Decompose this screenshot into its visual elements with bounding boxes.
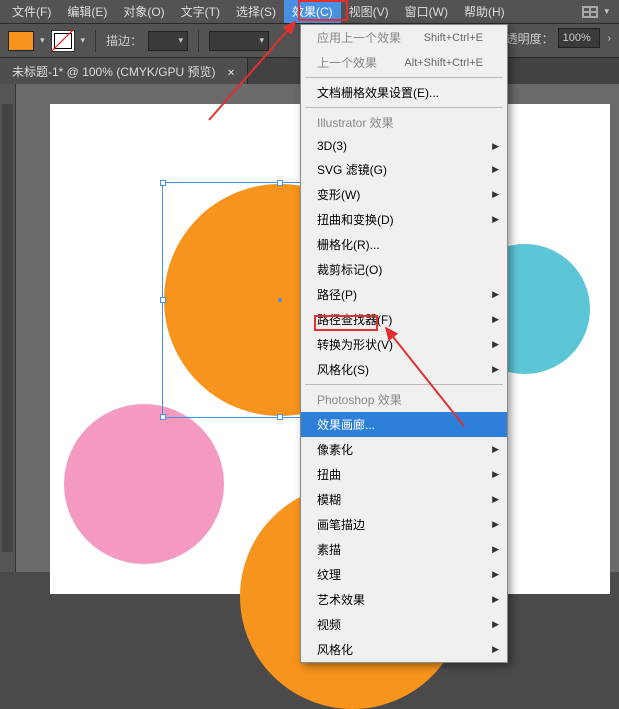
submenu-arrow-icon: ▶: [492, 619, 499, 630]
stroke-swatch[interactable]: [51, 30, 75, 52]
menu-video[interactable]: 视频▶: [301, 612, 507, 637]
menu-view[interactable]: 视图(V): [341, 0, 397, 23]
menu-edit[interactable]: 编辑(E): [59, 0, 115, 23]
chevron-right-icon[interactable]: ›: [608, 33, 611, 44]
fill-swatch[interactable]: [8, 31, 34, 51]
menu-artistic[interactable]: 艺术效果▶: [301, 587, 507, 612]
menu-brush-strokes[interactable]: 画笔描边▶: [301, 512, 507, 537]
submenu-arrow-icon: ▶: [492, 339, 499, 350]
menu-effect-gallery[interactable]: 效果画廊...: [301, 412, 507, 437]
submenu-arrow-icon: ▶: [492, 594, 499, 605]
menu-rasterize[interactable]: 栅格化(R)...: [301, 232, 507, 257]
menu-texture[interactable]: 纹理▶: [301, 562, 507, 587]
menu-file[interactable]: 文件(F): [4, 0, 59, 23]
submenu-arrow-icon: ▶: [492, 141, 499, 152]
resize-handle[interactable]: [160, 414, 166, 420]
submenu-arrow-icon: ▶: [492, 444, 499, 455]
menu-stylize[interactable]: 风格化(S)▶: [301, 357, 507, 382]
resize-handle[interactable]: [160, 180, 166, 186]
submenu-arrow-icon: ▶: [492, 164, 499, 175]
opacity-control: 透明度： 100% ›: [506, 28, 611, 48]
submenu-arrow-icon: ▶: [492, 469, 499, 480]
opacity-label: 透明度：: [506, 30, 554, 47]
menu-select[interactable]: 选择(S): [228, 0, 284, 23]
menu-distort-transform[interactable]: 扭曲和变换(D)▶: [301, 207, 507, 232]
menu-last-effect[interactable]: 上一个效果Alt+Shift+Ctrl+E: [301, 50, 507, 75]
menu-path[interactable]: 路径(P)▶: [301, 282, 507, 307]
opacity-input[interactable]: 100%: [558, 28, 600, 48]
menu-object[interactable]: 对象(O): [115, 0, 172, 23]
menu-separator: [305, 384, 503, 385]
chevron-down-icon[interactable]: ▾: [40, 35, 45, 46]
document-tab[interactable]: 未标题-1* @ 100% (CMYK/GPU 预览) ✕: [0, 58, 248, 85]
menu-pathfinder[interactable]: 路径查找器(F)▶: [301, 307, 507, 332]
submenu-arrow-icon: ▶: [492, 214, 499, 225]
menu-convert-shape[interactable]: 转换为形状(V)▶: [301, 332, 507, 357]
scroll-track[interactable]: [2, 104, 13, 552]
submenu-arrow-icon: ▶: [492, 519, 499, 530]
menu-workspace-icons: ▾: [582, 6, 615, 18]
stroke-weight-input[interactable]: ▾: [148, 31, 188, 51]
menu-section-photoshop: Photoshop 效果: [301, 387, 507, 412]
submenu-arrow-icon: ▶: [492, 314, 499, 325]
effect-menu-dropdown: 应用上一个效果Shift+Ctrl+E 上一个效果Alt+Shift+Ctrl+…: [300, 24, 508, 663]
menu-distort[interactable]: 扭曲▶: [301, 462, 507, 487]
circle-shape-pink[interactable]: [64, 404, 224, 564]
menu-separator: [305, 77, 503, 78]
menu-apply-last-effect[interactable]: 应用上一个效果Shift+Ctrl+E: [301, 25, 507, 50]
submenu-arrow-icon: ▶: [492, 644, 499, 655]
menu-crop-marks[interactable]: 裁剪标记(O): [301, 257, 507, 282]
menu-effect[interactable]: 效果(C): [284, 0, 341, 23]
tab-title: 未标题-1* @ 100% (CMYK/GPU 预览): [12, 65, 216, 79]
menu-pixelate[interactable]: 像素化▶: [301, 437, 507, 462]
brush-profile[interactable]: ▾: [209, 31, 269, 51]
resize-handle[interactable]: [277, 180, 283, 186]
menu-bar: 文件(F) 编辑(E) 对象(O) 文字(T) 选择(S) 效果(C) 视图(V…: [0, 0, 619, 24]
menu-type[interactable]: 文字(T): [173, 0, 228, 23]
close-icon[interactable]: ✕: [227, 68, 235, 79]
submenu-arrow-icon: ▶: [492, 189, 499, 200]
menu-separator: [305, 107, 503, 108]
submenu-arrow-icon: ▶: [492, 544, 499, 555]
resize-handle[interactable]: [277, 414, 283, 420]
stroke-label: 描边：: [106, 32, 142, 49]
menu-doc-raster-settings[interactable]: 文档栅格效果设置(E)...: [301, 80, 507, 105]
vertical-scrollbar[interactable]: [0, 84, 16, 572]
chevron-down-icon[interactable]: ▾: [81, 35, 86, 46]
menu-section-illustrator: Illustrator 效果: [301, 110, 507, 135]
resize-handle[interactable]: [160, 297, 166, 303]
submenu-arrow-icon: ▶: [492, 364, 499, 375]
submenu-arrow-icon: ▶: [492, 494, 499, 505]
menu-stylize-ps[interactable]: 风格化▶: [301, 637, 507, 662]
workspace-switcher-icon[interactable]: [582, 6, 598, 18]
menu-svg-filter[interactable]: SVG 滤镜(G)▶: [301, 157, 507, 182]
chevron-down-icon[interactable]: ▾: [604, 6, 609, 18]
menu-window[interactable]: 窗口(W): [397, 0, 456, 23]
submenu-arrow-icon: ▶: [492, 569, 499, 580]
menu-help[interactable]: 帮助(H): [456, 0, 513, 23]
submenu-arrow-icon: ▶: [492, 289, 499, 300]
transform-center[interactable]: [278, 298, 282, 302]
menu-warp[interactable]: 变形(W)▶: [301, 182, 507, 207]
menu-blur[interactable]: 模糊▶: [301, 487, 507, 512]
menu-sketch[interactable]: 素描▶: [301, 537, 507, 562]
menu-3d[interactable]: 3D(3)▶: [301, 135, 507, 157]
